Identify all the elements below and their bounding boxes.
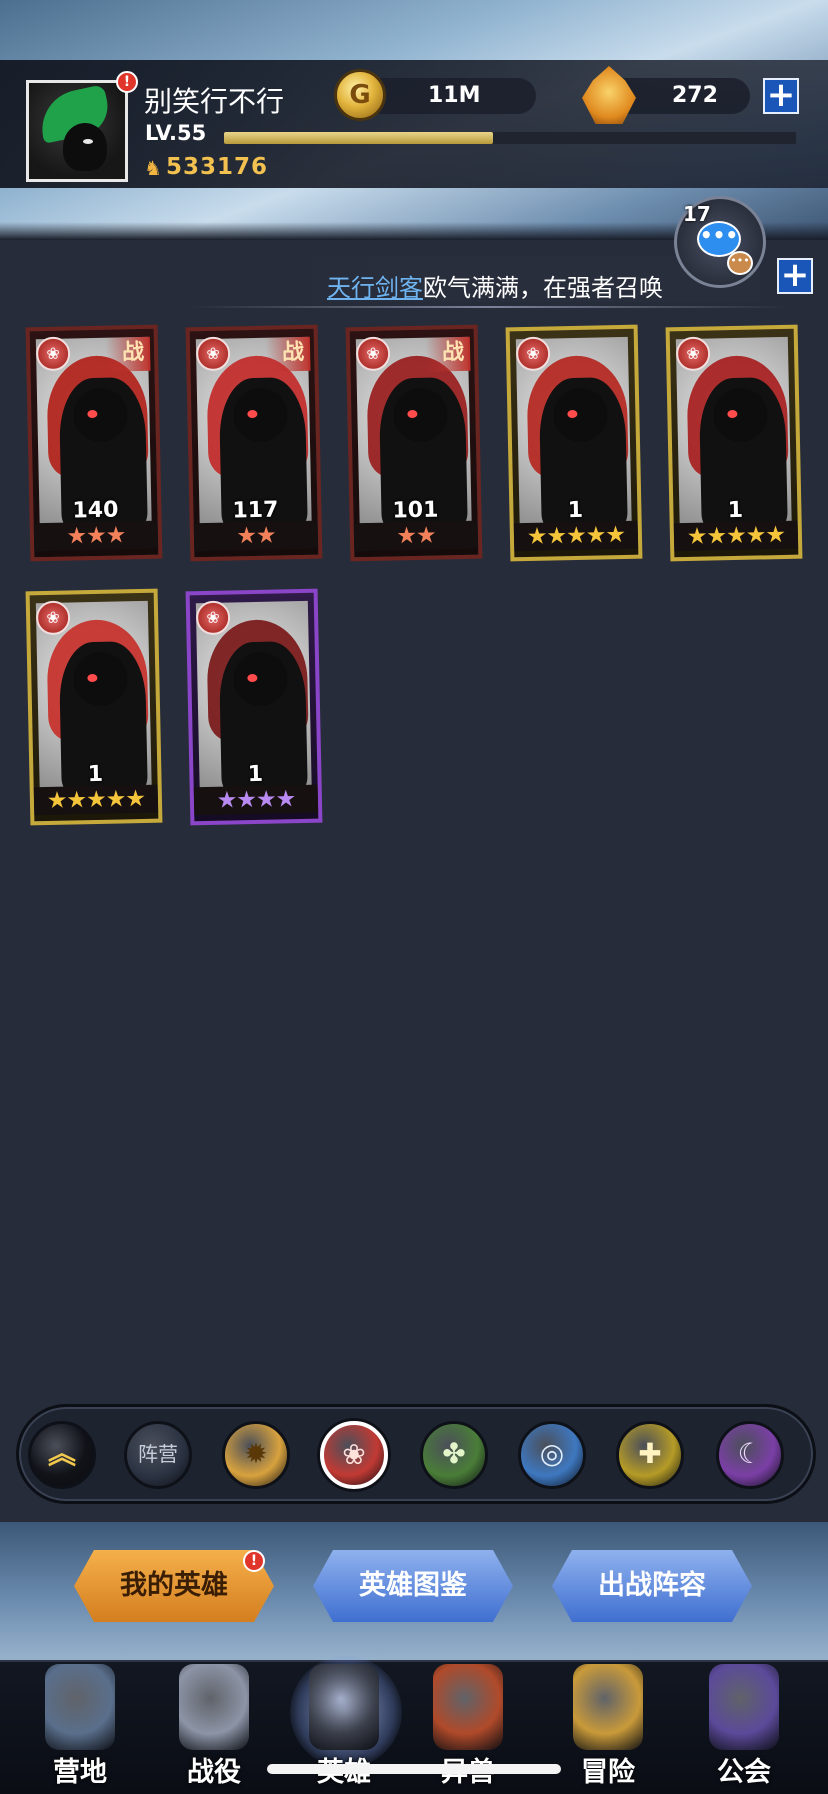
- nav-item-4[interactable]: 冒险: [548, 1664, 668, 1788]
- hero-card[interactable]: ❀ 战 117 ★★: [185, 324, 323, 562]
- hero-card[interactable]: ❀ 1 ★★★★★: [505, 324, 643, 562]
- hero-card[interactable]: ❀ 战 101 ★★: [345, 324, 483, 562]
- add-button[interactable]: +: [777, 258, 813, 294]
- gold-coin-icon: G: [334, 69, 386, 121]
- filter-dark[interactable]: ☾: [716, 1421, 784, 1489]
- combat-power: 533176: [166, 154, 269, 180]
- filter-all[interactable]: ︽: [28, 1421, 96, 1489]
- nav-label: 战役: [187, 1757, 241, 1788]
- avatar-face: [63, 123, 107, 171]
- hero-stars: ★★★★: [193, 784, 319, 816]
- filter-faction[interactable]: 阵营: [124, 1421, 192, 1489]
- nav-label: 冒险: [581, 1757, 635, 1788]
- sun-icon: ✹: [244, 1437, 268, 1470]
- nav-item-1[interactable]: 战役: [154, 1664, 274, 1788]
- hero-stars: ★★★★★: [33, 784, 159, 816]
- hero-eye: [407, 409, 418, 419]
- castle-icon: [45, 1664, 115, 1750]
- gold-amount: 11M: [428, 83, 481, 108]
- announcement-message: 欧气满满，在强者召唤: [423, 274, 663, 302]
- cross-icon: ✚: [638, 1437, 662, 1470]
- hero-eye: [727, 409, 738, 419]
- compass-icon: [573, 1664, 643, 1750]
- xp-bar-fill: [224, 132, 493, 144]
- filter-water[interactable]: ◎: [518, 1421, 586, 1489]
- announcement-text: 天行剑客欧气满满，在强者召唤: [327, 268, 663, 303]
- player-avatar[interactable]: [26, 80, 128, 182]
- filter-nature[interactable]: ✤: [420, 1421, 488, 1489]
- hero-stars: ★★★: [33, 520, 159, 552]
- player-name: 别笑行不行: [144, 85, 285, 118]
- beast-icon: [433, 1664, 503, 1750]
- my-heroes-alert-badge: !: [243, 1550, 265, 1572]
- chat-secondary-icon: •••: [727, 251, 753, 275]
- hero-card[interactable]: ❀ 1 ★★★★★: [665, 324, 803, 562]
- hero-eye: [87, 409, 98, 419]
- crossed-swords-icon: [179, 1664, 249, 1750]
- home-indicator: [267, 1764, 561, 1774]
- in-battle-tag: 战: [105, 336, 151, 372]
- announcement-divider: [190, 306, 790, 308]
- avatar-eye: [83, 139, 93, 144]
- nav-label: 公会: [717, 1757, 771, 1788]
- moon-icon: ☾: [737, 1437, 763, 1470]
- nav-item-5[interactable]: 公会: [684, 1664, 804, 1788]
- filter-fire[interactable]: ❀: [320, 1421, 388, 1489]
- nav-item-0[interactable]: 营地: [20, 1664, 140, 1788]
- filter-holy[interactable]: ✚: [616, 1421, 684, 1489]
- tab-hero-codex[interactable]: 英雄图鉴: [313, 1550, 513, 1622]
- hero-card[interactable]: ❀ 战 140 ★★★: [25, 324, 163, 562]
- hero-stars: ★★★★★: [673, 520, 799, 552]
- gem-amount: 272: [672, 83, 718, 108]
- filter-light[interactable]: ✹: [222, 1421, 290, 1489]
- player-level: LV.55: [145, 121, 207, 145]
- wave-icon: ◎: [539, 1437, 565, 1470]
- xp-bar: [224, 132, 796, 144]
- hero-card[interactable]: ❀ 1 ★★★★★: [25, 588, 163, 826]
- hero-stars: ★★: [353, 520, 479, 552]
- in-battle-tag: 战: [425, 336, 471, 372]
- add-gems-button[interactable]: +: [763, 78, 799, 114]
- nav-label: 营地: [53, 1757, 107, 1788]
- helmet-icon: [309, 1664, 379, 1750]
- leaf-icon: ✤: [442, 1437, 466, 1470]
- hero-eye: [247, 673, 258, 683]
- hero-stars: ★★★★★: [513, 520, 639, 552]
- hero-eye: [87, 673, 98, 683]
- hero-card[interactable]: ❀ 1 ★★★★: [185, 588, 323, 826]
- announcement-hero-link[interactable]: 天行剑客: [327, 274, 423, 302]
- flame-icon: ❀: [342, 1438, 366, 1471]
- in-battle-tag: 战: [265, 336, 311, 372]
- chat-unread-count: 17: [683, 202, 711, 226]
- hero-stars: ★★: [193, 520, 319, 552]
- tab-battle-lineup[interactable]: 出战阵容: [552, 1550, 752, 1622]
- chevron-up-icon: ︽: [47, 1437, 76, 1470]
- hero-eye: [567, 409, 578, 419]
- guild-banner-icon: [709, 1664, 779, 1750]
- profile-alert-badge: !: [116, 71, 138, 93]
- combat-power-icon: ♞: [144, 156, 162, 180]
- hero-eye: [247, 409, 258, 419]
